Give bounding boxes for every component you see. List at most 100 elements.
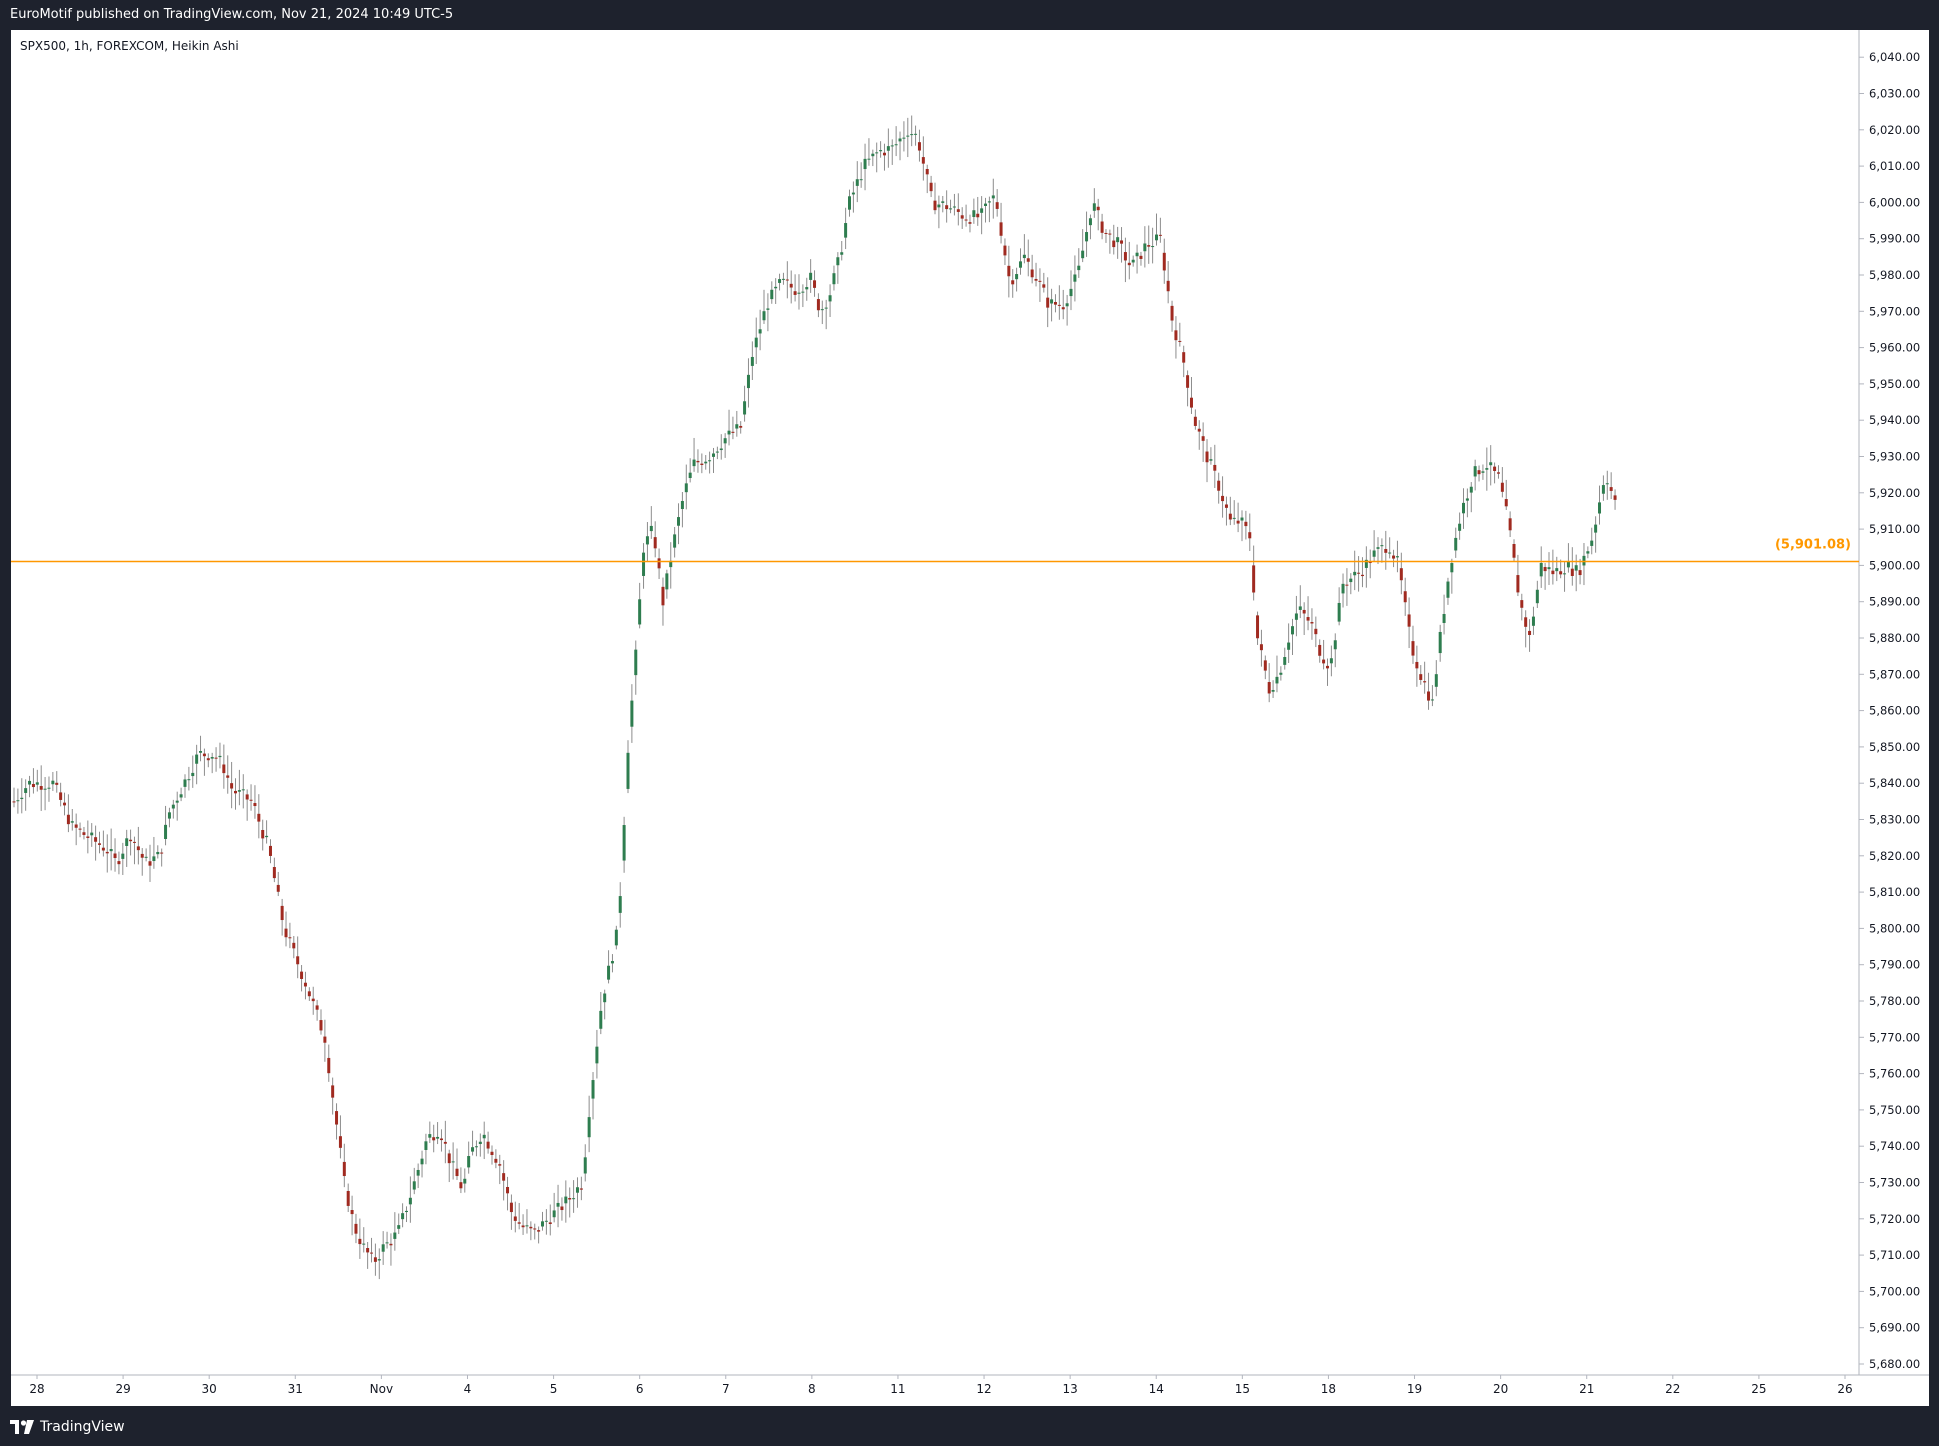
candle-body	[436, 1136, 440, 1139]
candle-body	[1069, 288, 1073, 297]
candle-body	[230, 783, 234, 789]
candle-body	[1434, 674, 1438, 687]
candle-body	[859, 179, 863, 181]
candle-body	[1485, 468, 1489, 470]
candle-body	[692, 459, 696, 467]
price-tick-label: 5,970.00	[1869, 304, 1920, 318]
candle-body	[770, 289, 774, 300]
candle-body	[684, 483, 688, 493]
candle-body	[1384, 548, 1388, 553]
candle-body	[1496, 472, 1500, 474]
candle-body	[253, 803, 257, 807]
candle-body	[1096, 206, 1100, 211]
candle-body	[754, 337, 758, 348]
candle-body	[1559, 571, 1563, 575]
candle-body	[160, 852, 164, 854]
candle-body	[1123, 252, 1127, 261]
time-tick-label: 4	[464, 1382, 472, 1396]
candle-body	[1473, 466, 1477, 477]
candle-body	[109, 848, 113, 852]
candle-body	[1240, 517, 1244, 521]
candle-body	[1423, 681, 1427, 683]
price-tick-label: 5,750.00	[1869, 1103, 1920, 1117]
price-tick-label: 5,900.00	[1869, 558, 1920, 572]
candle-body	[894, 144, 898, 146]
candle-body	[945, 205, 949, 210]
candle-body	[579, 1188, 583, 1190]
time-tick-label: 18	[1321, 1382, 1336, 1396]
candle-body	[1077, 265, 1081, 271]
candle-body	[459, 1182, 463, 1189]
candle-body	[1046, 297, 1050, 308]
candle-body	[401, 1213, 405, 1220]
candle-body	[1003, 245, 1007, 256]
price-tick-label: 5,880.00	[1869, 631, 1920, 645]
price-tick-label: 5,710.00	[1869, 1248, 1920, 1262]
candle-body	[1186, 375, 1190, 388]
candle-body	[16, 800, 20, 802]
candle-body	[78, 828, 82, 830]
candle-body	[914, 133, 918, 135]
candle-body	[323, 1036, 327, 1043]
tradingview-brand[interactable]: TradingView	[10, 1416, 125, 1438]
price-chart[interactable]: SPX500, 1h, FOREXCOM, Heikin Ashi 6,040.0…	[0, 0, 1939, 1406]
candle-body	[711, 453, 715, 457]
candle-body	[1162, 252, 1166, 271]
candle-body	[844, 223, 848, 238]
candle-body	[1279, 672, 1283, 675]
candle-body	[1053, 301, 1057, 305]
candle-body	[762, 311, 766, 321]
candle-body	[327, 1057, 331, 1074]
candle-body	[809, 272, 813, 280]
price-tick-label: 5,960.00	[1869, 341, 1920, 355]
candle-body	[1007, 265, 1011, 277]
candle-body	[1388, 552, 1392, 554]
price-tick-label: 5,700.00	[1869, 1284, 1920, 1298]
candle-body	[634, 649, 638, 676]
candle-body	[1026, 258, 1030, 262]
candle-body	[125, 838, 129, 846]
candle-body	[1427, 691, 1431, 701]
candle-body	[766, 308, 770, 310]
price-tick-label: 5,810.00	[1869, 885, 1920, 899]
candle-body	[43, 788, 47, 790]
candle-body	[956, 209, 960, 212]
candle-body	[350, 1210, 354, 1215]
candle-body	[183, 779, 187, 787]
candle-body	[218, 755, 222, 758]
candle-body	[1477, 470, 1481, 475]
price-tick-label: 5,780.00	[1869, 994, 1920, 1008]
price-tick-label: 5,770.00	[1869, 1030, 1920, 1044]
candle-body	[389, 1243, 393, 1246]
candle-body	[1244, 521, 1248, 527]
candle-body	[82, 832, 86, 835]
candle-body	[1399, 568, 1403, 581]
candle-body	[1450, 563, 1454, 573]
candle-body	[1267, 682, 1271, 694]
time-tick-label: 30	[202, 1382, 217, 1396]
candle-body	[1570, 568, 1574, 576]
price-tick-label: 5,910.00	[1869, 522, 1920, 536]
candle-body	[156, 851, 160, 855]
time-tick-label: 20	[1493, 1382, 1508, 1396]
candle-body	[836, 257, 840, 266]
candle-body	[774, 286, 778, 289]
candle-body	[552, 1210, 556, 1218]
candle-body	[1073, 274, 1077, 282]
candle-body	[498, 1164, 502, 1166]
candle-body	[1100, 221, 1104, 233]
candle-body	[1392, 555, 1396, 559]
candle-body	[657, 558, 661, 569]
candle-body	[976, 213, 980, 218]
price-tick-label: 5,930.00	[1869, 450, 1920, 464]
candle-body	[1291, 626, 1295, 635]
candle-body	[1594, 524, 1598, 533]
candle-body	[1018, 261, 1022, 268]
candle-body	[1566, 561, 1570, 568]
candle-body	[820, 309, 824, 311]
candle-body	[610, 961, 614, 964]
price-tick-label: 6,010.00	[1869, 159, 1920, 173]
candle-body	[607, 965, 611, 980]
candle-body	[1380, 545, 1384, 547]
candle-body	[1248, 532, 1252, 539]
